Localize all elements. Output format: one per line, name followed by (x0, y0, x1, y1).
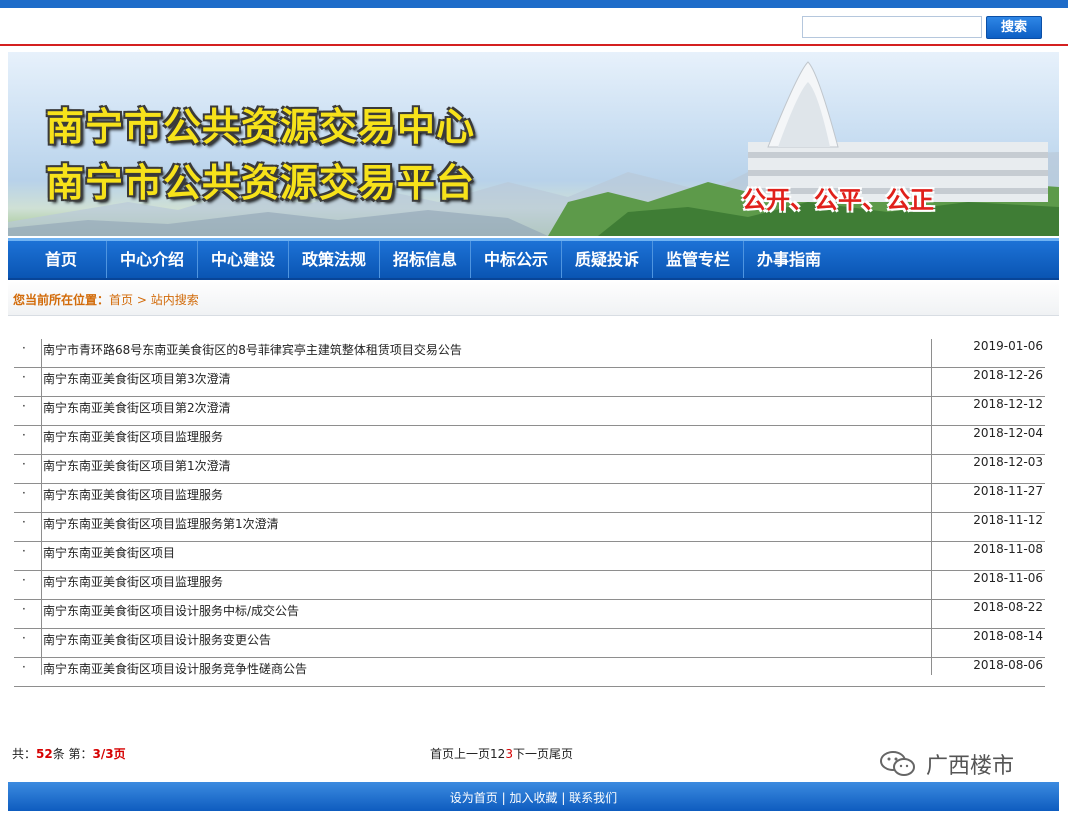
banner-title-line2: 南宁市公共资源交易平台 (46, 161, 476, 205)
pager-page-3-current: 3 (505, 747, 513, 761)
top-bar: 搜索 (0, 0, 1068, 46)
nav-item-supervision[interactable]: 监管专栏 (653, 241, 744, 278)
footer-set-home-link[interactable]: 设为首页 (450, 791, 498, 805)
list-item: · 南宁东南亚美食街区项目监理服务 2018-11-27 (14, 484, 1045, 513)
pager-prev-link[interactable]: 上一页 (454, 747, 490, 761)
result-date: 2018-12-04 (973, 426, 1043, 440)
result-date: 2018-11-06 (973, 571, 1043, 585)
breadcrumb: 您当前所在位置：首页 > 站内搜索 (8, 282, 1059, 316)
breadcrumb-home-link[interactable]: 首页 (109, 293, 133, 307)
footer-add-favorite-link[interactable]: 加入收藏 (509, 791, 557, 805)
list-item: · 南宁东南亚美食街区项目 2018-11-08 (14, 542, 1045, 571)
pager-last-link[interactable]: 尾页 (549, 747, 573, 761)
result-date: 2018-12-12 (973, 397, 1043, 411)
list-item: · 南宁东南亚美食街区项目监理服务第1次澄清 2018-11-12 (14, 513, 1045, 542)
result-date: 2018-11-08 (973, 542, 1043, 556)
result-link[interactable]: 南宁东南亚美食街区项目第1次澄清 (43, 457, 231, 474)
result-date: 2018-08-06 (973, 658, 1043, 672)
breadcrumb-separator: > (133, 293, 151, 307)
bullet: · (22, 660, 26, 674)
pager-total-count: 52 (36, 747, 53, 761)
list-item: · 南宁东南亚美食街区项目第2次澄清 2018-12-12 (14, 397, 1045, 426)
bullet: · (22, 631, 26, 645)
pager-total-suffix: 条 第： (52, 747, 93, 761)
nav-item-guide[interactable]: 办事指南 (744, 241, 834, 278)
pagination: 首页上一页123下一页尾页 (430, 745, 573, 762)
result-link[interactable]: 南宁东南亚美食街区项目监理服务 (43, 428, 223, 445)
nav-item-awards[interactable]: 中标公示 (471, 241, 562, 278)
pager-total-prefix: 共： (12, 747, 37, 761)
list-item: · 南宁东南亚美食街区项目设计服务竞争性磋商公告 2018-08-06 (14, 658, 1045, 687)
footer: 设为首页 | 加入收藏 | 联系我们 (8, 782, 1059, 811)
result-link[interactable]: 南宁东南亚美食街区项目设计服务变更公告 (43, 631, 271, 648)
result-date: 2018-08-14 (973, 629, 1043, 643)
list-item: · 南宁东南亚美食街区项目监理服务 2018-11-06 (14, 571, 1045, 600)
result-link[interactable]: 南宁东南亚美食街区项目监理服务 (43, 573, 223, 590)
search-button[interactable]: 搜索 (986, 16, 1042, 39)
nav-item-about[interactable]: 中心介绍 (107, 241, 198, 278)
footer-divider: | (497, 791, 510, 805)
footer-contact-link[interactable]: 联系我们 (569, 791, 617, 805)
bullet: · (22, 544, 26, 558)
result-date: 2019-01-06 (973, 339, 1043, 353)
nav-item-tenders[interactable]: 招标信息 (380, 241, 471, 278)
result-link[interactable]: 南宁东南亚美食街区项目监理服务 (43, 486, 223, 503)
wechat-icon (880, 751, 915, 776)
main-nav: 首页 中心介绍 中心建设 政策法规 招标信息 中标公示 质疑投诉 监管专栏 办事… (8, 238, 1059, 280)
pager-first-link[interactable]: 首页 (430, 747, 454, 761)
banner-slogan: 公开、公平、公正 (742, 186, 934, 214)
watermark-text: 广西楼市 (926, 754, 1015, 779)
bullet: · (22, 370, 26, 384)
result-link[interactable]: 南宁东南亚美食街区项目第2次澄清 (43, 399, 231, 416)
result-date: 2018-12-26 (973, 368, 1043, 382)
bullet: · (22, 573, 26, 587)
result-date: 2018-12-03 (973, 455, 1043, 469)
breadcrumb-label: 您当前所在位置： (13, 293, 110, 307)
result-link[interactable]: 南宁市青环路68号东南亚美食街区的8号菲律宾亭主建筑整体租赁项目交易公告 (43, 341, 462, 358)
bullet: · (22, 399, 26, 413)
result-link[interactable]: 南宁东南亚美食街区项目设计服务竞争性磋商公告 (43, 660, 307, 677)
result-link[interactable]: 南宁东南亚美食街区项目监理服务第1次澄清 (43, 515, 279, 532)
pager-page-suffix: 页 (113, 747, 126, 761)
nav-item-home[interactable]: 首页 (16, 241, 107, 278)
list-item: · 南宁东南亚美食街区项目第1次澄清 2018-12-03 (14, 455, 1045, 484)
banner-title-line1: 南宁市公共资源交易中心 (46, 105, 476, 149)
nav-item-construction[interactable]: 中心建设 (198, 241, 289, 278)
search-input[interactable] (802, 16, 982, 38)
result-link[interactable]: 南宁东南亚美食街区项目第3次澄清 (43, 370, 231, 387)
watermark: 广西楼市 (878, 748, 1014, 780)
list-item: · 南宁东南亚美食街区项目设计服务变更公告 2018-08-14 (14, 629, 1045, 658)
list-item: · 南宁东南亚美食街区项目第3次澄清 2018-12-26 (14, 368, 1045, 397)
nav-item-policy[interactable]: 政策法规 (289, 241, 380, 278)
list-item: · 南宁东南亚美食街区项目设计服务中标/成交公告 2018-08-22 (14, 600, 1045, 629)
nav-item-complaints[interactable]: 质疑投诉 (562, 241, 653, 278)
result-link[interactable]: 南宁东南亚美食街区项目设计服务中标/成交公告 (43, 602, 299, 619)
pager-page-current: 3/3 (92, 747, 114, 761)
bullet: · (22, 486, 26, 500)
result-date: 2018-11-12 (973, 513, 1043, 527)
bullet: · (22, 602, 26, 616)
bullet: · (22, 515, 26, 529)
list-item: · 南宁东南亚美食街区项目监理服务 2018-12-04 (14, 426, 1045, 455)
result-date: 2018-08-22 (973, 600, 1043, 614)
search-results-list: · 南宁市青环路68号东南亚美食街区的8号菲律宾亭主建筑整体租赁项目交易公告 201… (14, 339, 1045, 687)
pager-summary: 共：52条 第：3/3页 (12, 745, 126, 762)
pager-page-1[interactable]: 1 (490, 747, 498, 761)
footer-divider: | (557, 791, 570, 805)
bullet: · (22, 457, 26, 471)
bullet: · (22, 428, 26, 442)
result-date: 2018-11-27 (973, 484, 1043, 498)
result-link[interactable]: 南宁东南亚美食街区项目 (43, 544, 175, 561)
header-banner: 南宁市公共资源交易中心 南宁市公共资源交易平台 公开、公平、公正 (8, 52, 1059, 236)
breadcrumb-current: 站内搜索 (150, 293, 199, 307)
pager-next-link[interactable]: 下一页 (513, 747, 549, 761)
bullet: · (22, 341, 26, 355)
list-item: · 南宁市青环路68号东南亚美食街区的8号菲律宾亭主建筑整体租赁项目交易公告 201… (14, 339, 1045, 368)
